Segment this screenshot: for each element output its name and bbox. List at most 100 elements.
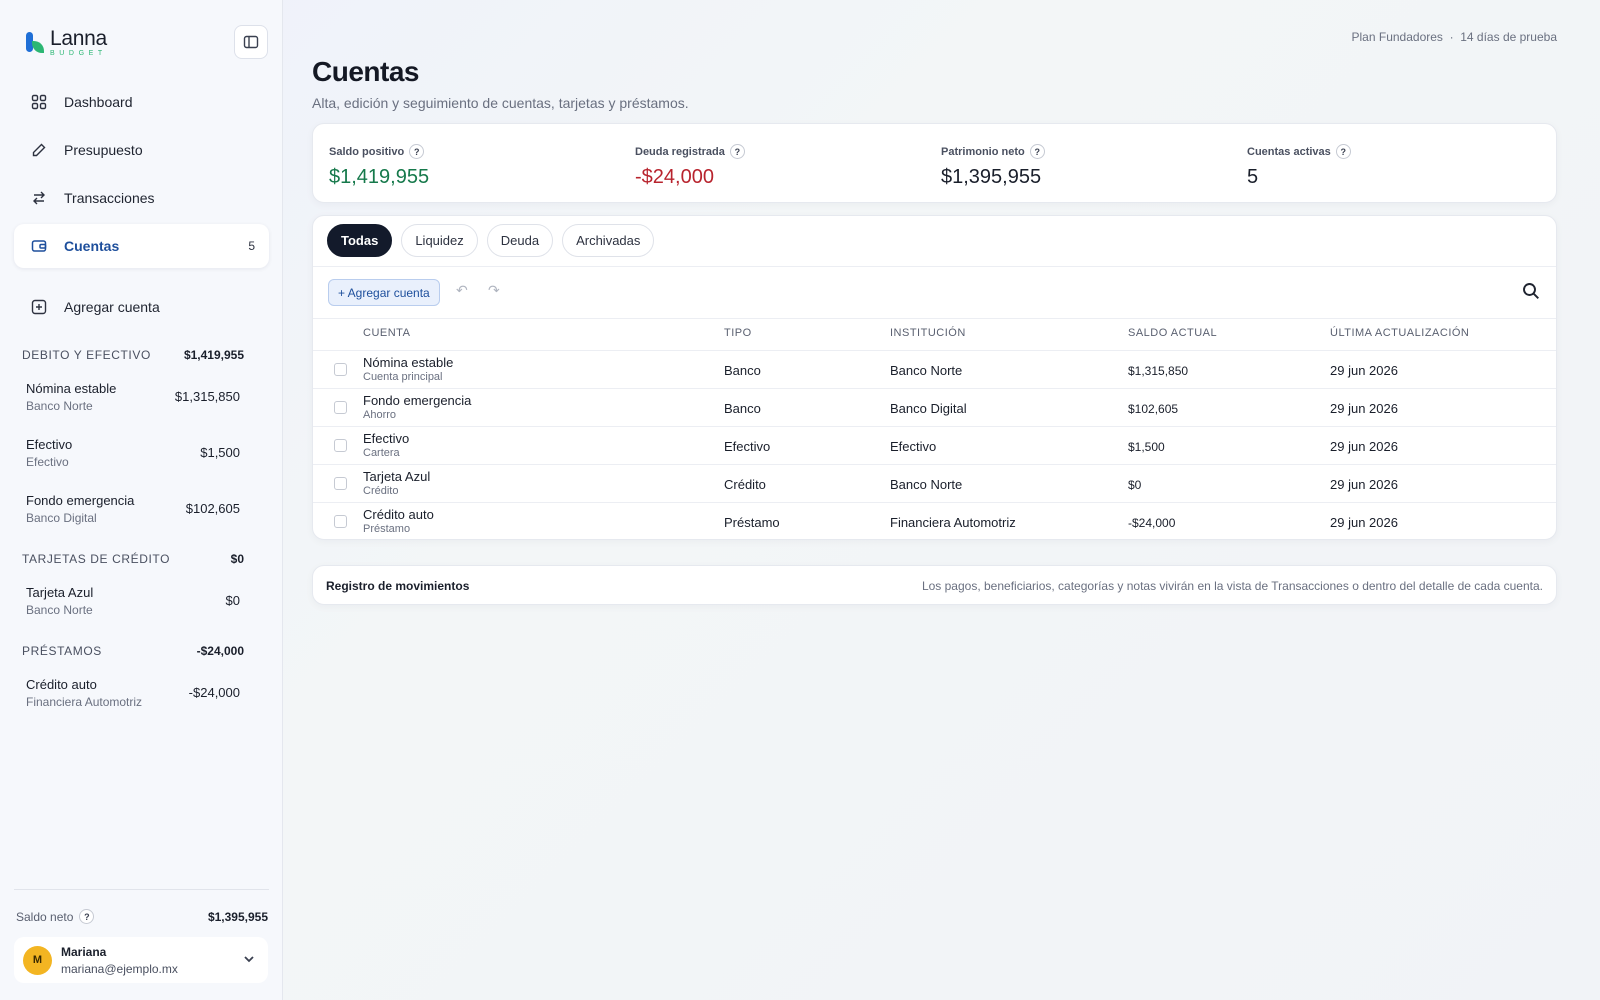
add-account-nav-button[interactable]: Agregar cuenta — [14, 285, 269, 329]
table-row[interactable]: Crédito auto Préstamo Préstamo Financiera… — [313, 502, 1556, 539]
table-row[interactable]: Tarjeta Azul Crédito Crédito Banco Norte … — [313, 464, 1556, 502]
help-icon[interactable]: ? — [409, 144, 425, 159]
account-name: Tarjeta Azul — [26, 585, 94, 600]
nav-item-presupuesto[interactable]: Presupuesto — [14, 128, 269, 172]
help-icon[interactable]: ? — [1029, 144, 1045, 159]
account-type: Crédito — [724, 477, 766, 492]
chevron-down-icon — [242, 952, 256, 971]
row-checkbox[interactable] — [334, 477, 347, 490]
filter-tabs: Todas Liquidez Deuda Archivadas — [327, 224, 655, 257]
help-icon[interactable]: ? — [1335, 144, 1351, 159]
column-header-cuenta[interactable]: CUENTA — [363, 327, 410, 339]
sidebar-account-item[interactable]: Tarjeta Azul Banco Norte $0 — [26, 585, 240, 617]
wallet-icon — [30, 237, 48, 255]
column-header-institucion[interactable]: INSTITUCIÓN — [890, 327, 966, 339]
account-updated: 29 jun 2026 — [1330, 515, 1398, 530]
add-account-button[interactable]: + Agregar cuenta — [328, 279, 440, 306]
account-subtitle: Crédito — [363, 485, 399, 497]
account-balance: $1,500 — [1128, 440, 1165, 454]
divider — [313, 318, 1556, 319]
account-amount: $1,315,850 — [174, 389, 240, 404]
table-row[interactable]: Nómina estable Cuenta principal Banco Ban… — [313, 350, 1556, 388]
sidebar-account-item[interactable]: Fondo emergencia Banco Digital $102,605 — [26, 493, 240, 525]
register-note: Los pagos, beneficiarios, categorías y n… — [921, 579, 1543, 593]
nav-item-dashboard[interactable]: Dashboard — [14, 80, 269, 124]
row-checkbox[interactable] — [334, 515, 347, 528]
nav-label: Transacciones — [64, 190, 155, 206]
net-balance-value: $1,395,955 — [207, 909, 268, 924]
collapse-sidebar-button[interactable] — [234, 25, 268, 59]
page-subtitle: Alta, edición y seguimiento de cuentas, … — [312, 95, 689, 111]
account-subtitle: Ahorro — [363, 409, 397, 421]
sidebar: Lanna BUDGET Dashboard Presupuesto Trans… — [0, 0, 283, 1000]
redo-icon[interactable]: ↷ — [488, 282, 500, 299]
help-icon[interactable]: ? — [729, 144, 745, 159]
register-title: Registro de movimientos — [326, 579, 470, 593]
account-name: Efectivo — [363, 431, 410, 446]
net-balance-label: Saldo neto — [16, 909, 74, 924]
account-amount: -$24,000 — [188, 685, 240, 700]
account-type: Banco — [724, 363, 761, 378]
stat-patrimonio-neto: Patrimonio neto? $1,395,955 — [941, 144, 1045, 189]
tab-todas[interactable]: Todas — [327, 224, 393, 257]
table-row[interactable]: Fondo emergencia Ahorro Banco Banco Digit… — [313, 388, 1556, 426]
sidebar-toggle-icon — [243, 35, 259, 49]
divider — [313, 266, 1556, 267]
sidebar-divider — [14, 889, 269, 890]
logo[interactable]: Lanna BUDGET — [24, 28, 107, 57]
net-balance-row: Saldo neto? $1,395,955 — [16, 909, 268, 924]
nav-item-cuentas[interactable]: Cuentas 5 — [14, 224, 269, 268]
search-icon[interactable] — [1522, 282, 1540, 305]
row-checkbox[interactable] — [334, 363, 347, 376]
row-checkbox[interactable] — [334, 401, 347, 414]
nav-item-transacciones[interactable]: Transacciones — [14, 176, 269, 220]
nav-label: Agregar cuenta — [64, 299, 160, 315]
stat-value: $1,419,955 — [329, 166, 430, 188]
user-name: Mariana — [61, 944, 107, 959]
stat-label: Deuda registrada — [635, 145, 725, 158]
account-amount: $102,605 — [185, 501, 240, 516]
account-institution: Banco Norte — [890, 477, 963, 492]
stat-label: Saldo positivo — [329, 145, 405, 158]
account-updated: 29 jun 2026 — [1330, 363, 1398, 378]
account-updated: 29 jun 2026 — [1330, 439, 1398, 454]
sidebar-account-item[interactable]: Crédito auto Financiera Automotriz -$24,… — [26, 677, 240, 709]
account-subtitle: Préstamo — [363, 523, 411, 535]
group-title: PRÉSTAMOS — [22, 644, 102, 658]
account-balance: -$24,000 — [1128, 516, 1176, 530]
tab-deuda[interactable]: Deuda — [486, 224, 554, 257]
account-type: Efectivo — [724, 439, 771, 454]
page-title: Cuentas — [312, 56, 419, 87]
account-institution: Efectivo — [890, 439, 937, 454]
accounts-table-card: Todas Liquidez Deuda Archivadas + Agrega… — [312, 215, 1557, 540]
undo-icon[interactable]: ↶ — [456, 282, 468, 299]
sidebar-group-debito: DEBITO Y EFECTIVO $1,419,955 — [22, 348, 244, 362]
help-icon[interactable]: ? — [79, 909, 95, 924]
account-name: Tarjeta Azul — [363, 469, 431, 484]
group-title: DEBITO Y EFECTIVO — [22, 348, 151, 362]
logo-mark — [24, 28, 46, 54]
account-balance: $102,605 — [1128, 402, 1179, 416]
stat-label: Cuentas activas — [1247, 145, 1331, 158]
row-checkbox[interactable] — [334, 439, 347, 452]
sidebar-account-item[interactable]: Efectivo Efectivo $1,500 — [26, 437, 240, 469]
column-header-tipo[interactable]: TIPO — [724, 327, 752, 339]
tab-liquidez[interactable]: Liquidez — [401, 224, 478, 257]
account-name: Crédito auto — [363, 507, 434, 522]
column-header-saldo[interactable]: SALDO ACTUAL — [1128, 327, 1217, 339]
account-balance: $1,315,850 — [1128, 364, 1189, 378]
table-row[interactable]: Efectivo Cartera Efectivo Efectivo $1,500… — [313, 426, 1556, 464]
user-menu[interactable]: M Mariana mariana@ejemplo.mx — [14, 937, 268, 983]
stat-value: -$24,000 — [635, 166, 714, 188]
column-header-actualizacion[interactable]: ÚLTIMA ACTUALIZACIÓN — [1330, 327, 1469, 339]
account-name: Fondo emergencia — [363, 393, 472, 408]
sidebar-account-item[interactable]: Nómina estable Banco Norte $1,315,850 — [26, 381, 240, 413]
grid-icon — [30, 93, 48, 111]
tab-archivadas[interactable]: Archivadas — [562, 224, 655, 257]
avatar: M — [23, 945, 52, 975]
summary-stats-card: Saldo positivo? $1,419,955 Deuda registr… — [312, 123, 1557, 203]
nav-label: Presupuesto — [64, 142, 143, 158]
account-balance: $0 — [1128, 478, 1142, 492]
account-institution: Banco Norte — [890, 363, 963, 378]
account-amount: $0 — [225, 593, 240, 608]
